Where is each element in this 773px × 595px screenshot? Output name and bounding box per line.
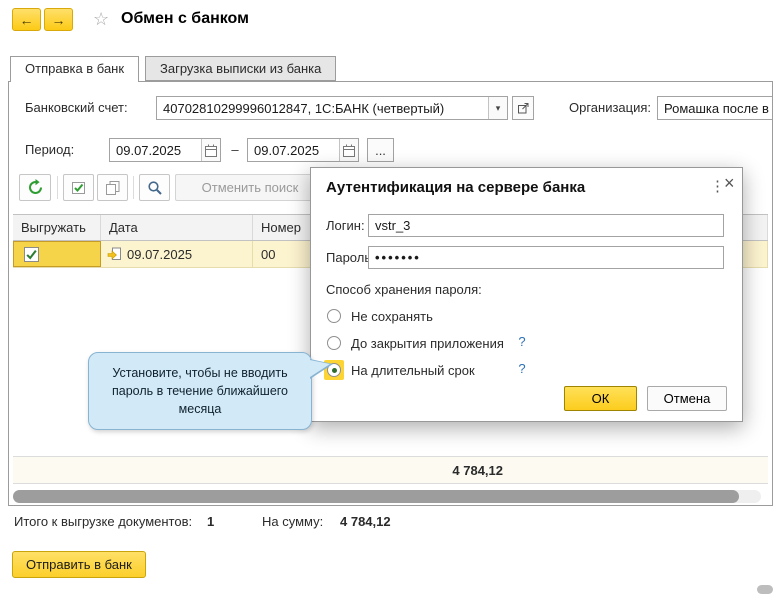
horizontal-scrollbar[interactable] xyxy=(13,490,761,503)
calendar-icon xyxy=(343,144,355,157)
period-to-calendar-button[interactable] xyxy=(339,139,358,161)
organization-label: Организация: xyxy=(569,96,651,120)
radio-wrap xyxy=(324,333,344,353)
open-link-icon xyxy=(517,102,530,115)
row-number: 00 xyxy=(261,247,275,262)
bank-account-input[interactable] xyxy=(157,97,488,119)
ok-button[interactable]: ОК xyxy=(564,386,637,411)
period-label: Период: xyxy=(25,138,74,162)
radio-wrap xyxy=(324,306,344,326)
dialog-title: Аутентификация на сервере банка xyxy=(326,179,585,196)
bank-account-dropdown-button[interactable]: ▾ xyxy=(488,97,507,119)
period-more-button[interactable]: ... xyxy=(367,138,394,162)
radio-option-until-close[interactable]: До закрытия приложения xyxy=(324,333,504,353)
login-field[interactable] xyxy=(368,214,724,237)
help-icon-long-term[interactable]: ? xyxy=(516,361,528,376)
radio-option-dont-save[interactable]: Не сохранять xyxy=(324,306,433,326)
radio-label: Не сохранять xyxy=(351,309,433,324)
period-from-field[interactable] xyxy=(109,138,221,162)
check-all-icon xyxy=(71,180,87,196)
period-to-field[interactable] xyxy=(247,138,359,162)
password-storage-label: Способ хранения пароля: xyxy=(326,278,482,301)
page-title: Обмен с банком xyxy=(121,10,249,28)
dialog-more-icon[interactable]: ⋮ xyxy=(710,177,725,195)
tab-label: Загрузка выписки из банка xyxy=(160,61,321,76)
search-button[interactable] xyxy=(139,174,170,201)
tab-label: Отправка в банк xyxy=(25,61,124,76)
password-input[interactable] xyxy=(369,247,723,268)
period-to-input[interactable] xyxy=(248,139,339,161)
search-icon xyxy=(147,180,163,196)
tab-send-to-bank[interactable]: Отправка в банк xyxy=(10,56,139,82)
bank-account-field[interactable]: ▾ xyxy=(156,96,508,120)
close-icon[interactable]: × xyxy=(724,173,735,194)
toolbar-separator xyxy=(57,176,58,199)
organization-input[interactable] xyxy=(658,97,773,119)
tooltip-text: Установите, чтобы не вводить пароль в те… xyxy=(112,366,288,416)
forward-button[interactable]: → xyxy=(44,8,73,31)
column-header-export[interactable]: Выгружать xyxy=(13,215,101,240)
refresh-button[interactable] xyxy=(19,174,51,201)
radio-label: На длительный срок xyxy=(351,363,475,378)
send-to-bank-button[interactable]: Отправить в банк xyxy=(12,551,146,578)
login-label: Логин: xyxy=(326,214,365,237)
totals-count-value: 1 xyxy=(207,514,214,529)
cell-export[interactable] xyxy=(13,241,101,267)
radio-icon[interactable] xyxy=(327,309,341,323)
calendar-icon xyxy=(205,144,217,157)
password-field[interactable] xyxy=(368,246,724,269)
horizontal-scrollbar-thumb[interactable] xyxy=(13,490,739,503)
back-icon: ← xyxy=(20,12,34,28)
sum-value: 4 784,12 xyxy=(340,514,391,529)
tooltip-callout: Установите, чтобы не вводить пароль в те… xyxy=(88,352,312,430)
export-checkbox-checked[interactable] xyxy=(24,247,39,262)
refresh-icon xyxy=(27,179,44,196)
radio-icon[interactable] xyxy=(327,336,341,350)
cancel-button[interactable]: Отмена xyxy=(647,386,727,411)
forward-icon: → xyxy=(52,12,66,28)
cancel-search-label: Отменить поиск xyxy=(202,180,299,195)
radio-option-long-term[interactable]: На длительный срок xyxy=(324,360,475,380)
organization-field[interactable] xyxy=(657,96,773,120)
help-icon-until-close[interactable]: ? xyxy=(516,334,528,349)
copy-icon xyxy=(105,180,121,196)
login-input[interactable] xyxy=(369,215,723,236)
bank-account-label: Банковский счет: xyxy=(25,96,128,120)
cancel-search-button: Отменить поиск xyxy=(175,174,325,201)
period-from-input[interactable] xyxy=(110,139,201,161)
period-dash: – xyxy=(229,138,241,162)
table-totals-row: 4 784,12 xyxy=(13,456,768,484)
cell-date[interactable]: 09.07.2025 xyxy=(101,241,253,267)
radio-label: До закрытия приложения xyxy=(351,336,504,351)
document-export-icon xyxy=(107,247,121,261)
set-flags-button[interactable] xyxy=(63,174,94,201)
window-scrollbar-fragment[interactable] xyxy=(757,585,773,594)
toolbar-separator xyxy=(133,176,134,199)
sum-label: На сумму: xyxy=(262,514,323,529)
tab-load-statement[interactable]: Загрузка выписки из банка xyxy=(145,56,336,81)
clear-flags-button[interactable] xyxy=(97,174,128,201)
back-button[interactable]: ← xyxy=(12,8,41,31)
checkmark-icon xyxy=(25,248,38,261)
row-date: 09.07.2025 xyxy=(127,247,192,262)
bank-auth-dialog: Аутентификация на сервере банка ⋮ × Логи… xyxy=(310,167,743,422)
chevron-down-icon: ▾ xyxy=(496,103,501,114)
column-header-date[interactable]: Дата xyxy=(101,215,253,240)
table-total-sum: 4 784,12 xyxy=(257,457,503,484)
period-from-calendar-button[interactable] xyxy=(201,139,220,161)
bank-account-open-button[interactable] xyxy=(512,96,534,120)
totals-count-label: Итого к выгрузке документов: xyxy=(14,514,192,529)
favorite-star-icon[interactable]: ☆ xyxy=(93,9,109,30)
